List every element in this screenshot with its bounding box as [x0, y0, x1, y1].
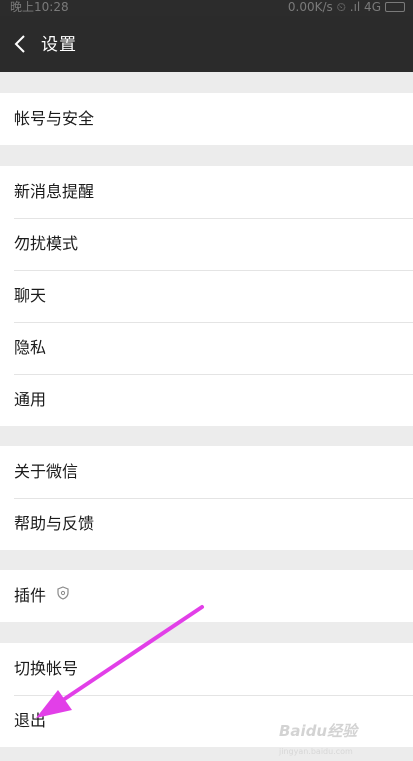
settings-item-label: 插件 [14, 586, 47, 605]
status-indicators: 0.00K/s ⏲ .ıl 4G [288, 0, 405, 14]
settings-item-plugins[interactable]: 插件 [0, 570, 413, 622]
settings-item-label: 聊天 [14, 286, 47, 305]
settings-item-label: 帮助与反馈 [14, 514, 95, 533]
settings-item-label: 新消息提醒 [14, 182, 95, 201]
settings-item-label: 帐号与安全 [14, 109, 95, 128]
watermark-text: Baidu经验 [279, 722, 358, 740]
settings-group-about: 关于微信 帮助与反馈 [0, 446, 413, 550]
settings-item-switch-account[interactable]: 切换帐号 [0, 643, 413, 695]
settings-item-general[interactable]: 通用 [0, 374, 413, 426]
settings-item-label: 退出 [14, 711, 47, 730]
settings-group-account: 帐号与安全 [0, 93, 413, 145]
settings-item-label: 通用 [14, 390, 47, 409]
status-bar: 晚上10:28 0.00K/s ⏲ .ıl 4G [0, 0, 413, 16]
baidu-watermark: Baidu经验 jingyan.baidu.com [279, 715, 389, 756]
status-network-text: 0.00K/s ⏲ .ıl 4G [287, 0, 381, 14]
battery-icon [385, 2, 405, 12]
settings-item-notifications[interactable]: 新消息提醒 [0, 166, 413, 218]
settings-item-label: 隐私 [14, 338, 47, 357]
settings-item-privacy[interactable]: 隐私 [0, 322, 413, 374]
settings-item-label: 关于微信 [14, 462, 79, 481]
settings-group-plugins: 插件 [0, 570, 413, 622]
status-time: 晚上10:28 [10, 0, 69, 14]
shield-icon [57, 569, 69, 621]
settings-item-account-security[interactable]: 帐号与安全 [0, 93, 413, 145]
settings-item-do-not-disturb[interactable]: 勿扰模式 [0, 218, 413, 270]
settings-item-help-feedback[interactable]: 帮助与反馈 [0, 498, 413, 550]
title-bar: 设置 [0, 16, 413, 72]
chevron-left-icon[interactable] [10, 30, 32, 58]
watermark-subtext: jingyan.baidu.com [279, 747, 353, 756]
settings-group-general: 新消息提醒 勿扰模式 聊天 隐私 通用 [0, 166, 413, 426]
settings-item-about[interactable]: 关于微信 [0, 446, 413, 498]
settings-item-label: 勿扰模式 [14, 234, 79, 253]
settings-item-chat[interactable]: 聊天 [0, 270, 413, 322]
settings-item-label: 切换帐号 [14, 659, 79, 678]
page-title: 设置 [41, 35, 77, 55]
